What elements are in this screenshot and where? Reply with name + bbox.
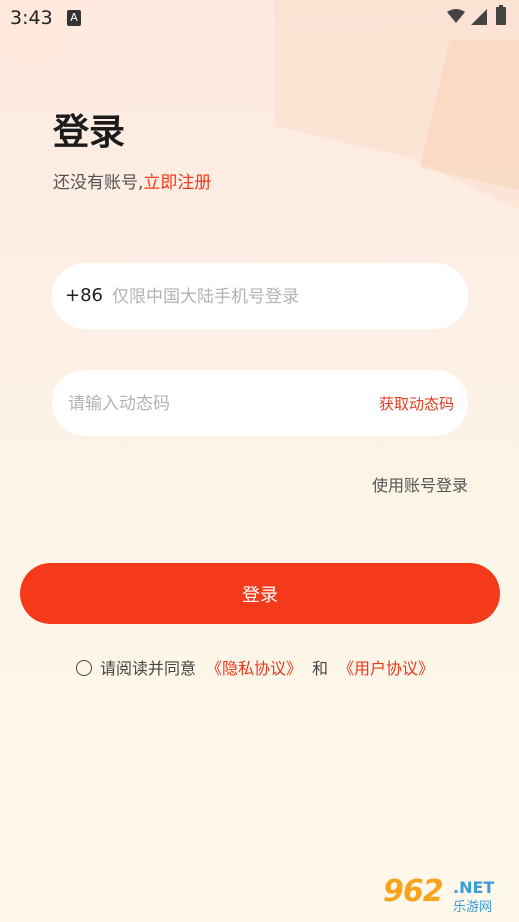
background-shape [420, 40, 519, 190]
battery-icon [496, 5, 506, 25]
user-agreement-link[interactable]: 《用户协议》 [338, 659, 434, 678]
page-title: 登录 [53, 112, 126, 153]
status-time: 3:43 [10, 7, 53, 29]
phone-field: +86 [52, 263, 468, 329]
watermark-logo: 962 .NET 乐游网 [383, 874, 511, 915]
code-input[interactable] [66, 384, 350, 424]
agreement: 请阅读并同意 《隐私协议》和《用户协议》 [76, 655, 434, 679]
watermark-net: .NET [453, 878, 495, 897]
wifi-icon [447, 9, 465, 23]
watermark-sub: 乐游网 [453, 900, 493, 915]
agreement-text: 请阅读并同意 [100, 659, 197, 678]
get-code-button[interactable]: 获取动态码 [379, 393, 454, 414]
country-code[interactable]: +86 [65, 285, 103, 306]
signal-icon [471, 9, 487, 25]
register-link[interactable]: 立即注册 [143, 173, 211, 193]
no-account-text: 还没有账号, [53, 173, 144, 193]
watermark-number: 962 [383, 874, 444, 909]
account-login-link[interactable]: 使用账号登录 [372, 472, 468, 496]
phone-input[interactable] [110, 277, 444, 317]
login-screen: 3:43 A 登录 还没有账号,立即注册 +86 获取动态码 使用账号登录 登录… [0, 0, 519, 922]
login-button[interactable]: 登录 [20, 563, 500, 624]
notification-icon: A [67, 10, 81, 26]
status-bar: 3:43 A [0, 0, 519, 36]
subtitle: 还没有账号,立即注册 [53, 168, 211, 193]
privacy-policy-link[interactable]: 《隐私协议》 [206, 659, 302, 678]
agreement-connector: 和 [312, 659, 329, 678]
checkbox-circle-icon[interactable] [76, 660, 92, 676]
code-field: 获取动态码 [52, 370, 468, 436]
